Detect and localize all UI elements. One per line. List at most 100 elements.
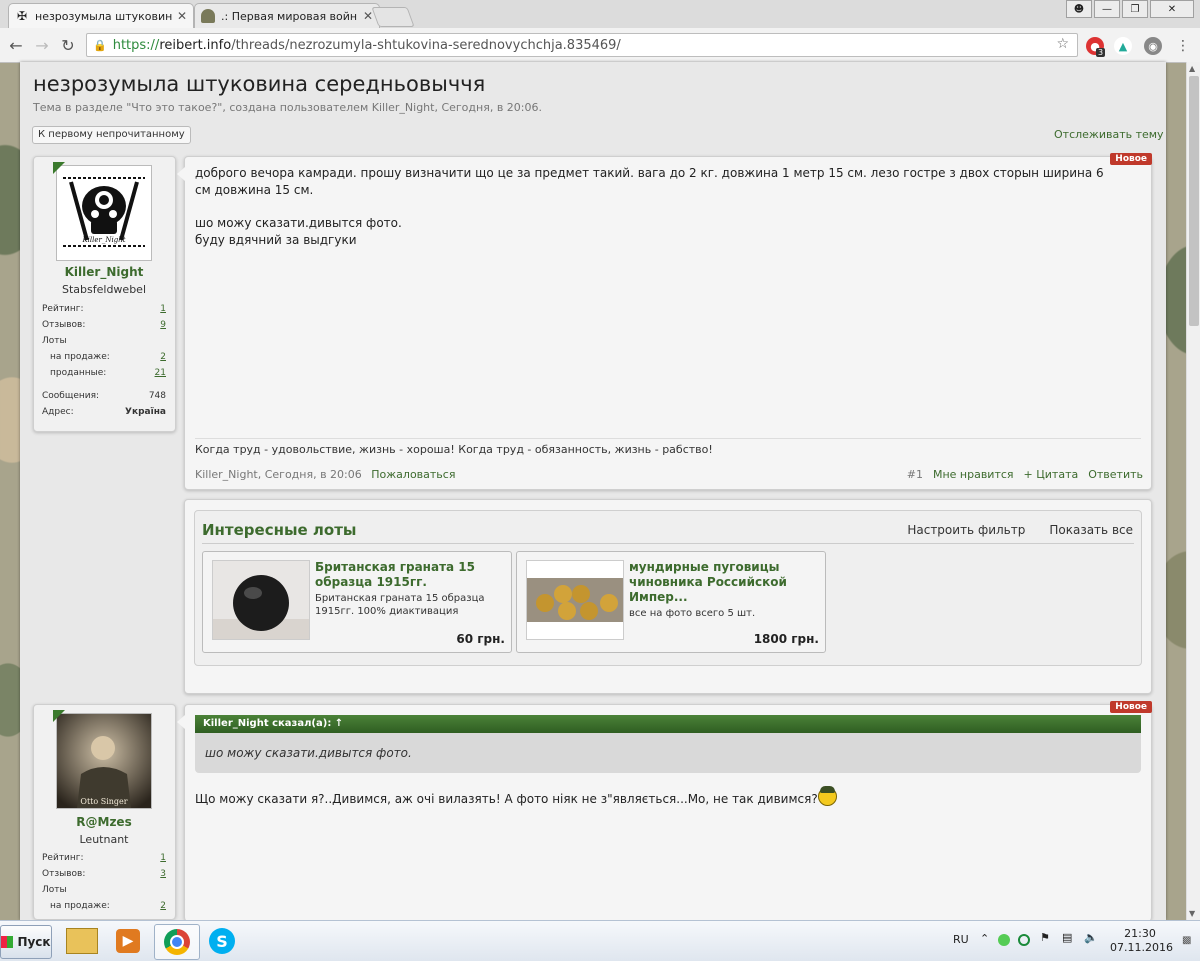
skype-icon: S xyxy=(209,928,235,954)
quote-header[interactable]: Killer_Night сказал(а): ↑ xyxy=(195,715,1141,733)
lots-divider xyxy=(202,543,1134,544)
scrollbar[interactable]: ▲ ▼ xyxy=(1186,62,1200,920)
show-all-link[interactable]: Показать все xyxy=(1049,523,1133,537)
volume-icon[interactable]: 🔈 xyxy=(1084,931,1098,944)
like-link[interactable]: Мне нравится xyxy=(933,468,1014,481)
stat-value[interactable]: 21 xyxy=(155,368,166,378)
language-indicator[interactable]: RU xyxy=(953,933,969,946)
stat-value[interactable]: 9 xyxy=(160,320,166,330)
maximize-button[interactable]: ❐ xyxy=(1122,0,1148,18)
quote-body: шо можу сказати.дивытся фото. xyxy=(195,733,1141,773)
stat-address: Адрес: Україна xyxy=(42,407,166,421)
lot-price: 1800 грн. xyxy=(753,632,819,646)
username[interactable]: Killer_Night xyxy=(34,265,174,279)
back-icon[interactable]: ← xyxy=(6,35,26,55)
close-tab-icon[interactable]: ✕ xyxy=(177,9,187,23)
scroll-up-icon[interactable]: ▲ xyxy=(1189,64,1195,73)
stat-value[interactable]: 1 xyxy=(160,853,166,863)
online-ribbon-icon xyxy=(53,162,65,174)
stat-reviews: Отзывов: 3 xyxy=(42,869,166,883)
lot-card[interactable]: Британская граната 15 образца 1915гг. Бр… xyxy=(202,551,512,653)
clock-date: 07.11.2016 xyxy=(1110,941,1173,954)
report-link[interactable]: Пожаловаться xyxy=(371,468,455,481)
stat-value[interactable]: 2 xyxy=(160,352,166,362)
stat-label: Сообщения: xyxy=(42,391,100,401)
scroll-thumb[interactable] xyxy=(1189,76,1199,326)
stat-value[interactable]: 3 xyxy=(160,869,166,879)
taskbar-explorer[interactable] xyxy=(60,924,104,958)
reply-link[interactable]: Ответить xyxy=(1088,468,1143,481)
thread-description: Тема в разделе "Что это такое?", создана… xyxy=(33,101,542,114)
clock[interactable]: 21:30 07.11.2016 xyxy=(1110,927,1173,955)
address-bar[interactable]: 🔒 https:// reibert.info /threads/nezrozu… xyxy=(86,33,1078,57)
stat-messages: Сообщения: 748 xyxy=(42,391,166,405)
taskbar-skype[interactable]: S xyxy=(200,924,244,958)
stat-value[interactable]: 2 xyxy=(160,901,166,911)
lock-icon: 🔒 xyxy=(93,38,107,52)
signature: Когда труд - удовольствие, жизнь - хорош… xyxy=(195,443,713,456)
lot-price: 60 грн. xyxy=(456,632,505,646)
user-rank: Stabsfeldwebel xyxy=(62,283,146,296)
tray-circle-icon[interactable] xyxy=(1018,934,1030,946)
user-icon[interactable]: ☻ xyxy=(1066,0,1092,18)
user-rank: Leutnant xyxy=(79,833,129,846)
stat-label: проданные: xyxy=(50,368,107,378)
quote-link[interactable]: + Цитата xyxy=(1024,468,1079,481)
url-host: reibert.info xyxy=(159,37,232,53)
speech-arrow xyxy=(177,167,185,181)
watch-thread-link[interactable]: Отслеживать тему xyxy=(1054,128,1164,141)
stat-rating: Рейтинг: 1 xyxy=(42,853,166,867)
network-icon[interactable]: ▤ xyxy=(1062,931,1072,944)
new-tab-button[interactable] xyxy=(371,7,415,27)
tab-title: .: Первая мировая войн xyxy=(221,9,358,23)
taskbar: Пуск ▶ S RU ⌃ ⚑ ▤ 🔈 21:30 07.11.2016 ▩ xyxy=(0,920,1200,961)
post-number[interactable]: #1 xyxy=(907,468,923,481)
close-tab-icon[interactable]: ✕ xyxy=(363,9,373,23)
lot-card[interactable]: мундирные пуговицы чиновника Российской … xyxy=(516,551,826,653)
filter-link[interactable]: Настроить фильтр xyxy=(907,523,1025,537)
stat-label: на продаже: xyxy=(50,352,110,362)
scroll-down-icon[interactable]: ▼ xyxy=(1189,909,1195,918)
taskbar-chrome[interactable] xyxy=(154,924,200,960)
extension-gray-icon[interactable]: ◉ xyxy=(1144,37,1162,55)
online-ribbon-icon xyxy=(53,710,65,722)
stat-value[interactable]: 1 xyxy=(160,304,166,314)
show-desktop-icon[interactable]: ▩ xyxy=(1182,935,1191,946)
folder-icon xyxy=(66,928,98,954)
lot-title[interactable]: мундирные пуговицы чиновника Российской … xyxy=(629,560,813,605)
tray-green-icon[interactable] xyxy=(998,934,1010,946)
signature-divider xyxy=(195,438,1141,439)
stat-value: 748 xyxy=(148,391,166,401)
lot-title[interactable]: Британская граната 15 образца 1915гг. xyxy=(315,560,499,590)
start-button[interactable]: Пуск xyxy=(0,925,52,959)
bookmark-star-icon[interactable]: ☆ xyxy=(1056,36,1069,52)
message-line: буду вдячний за выдгуки xyxy=(195,233,357,247)
buttons-image xyxy=(527,561,623,639)
menu-icon[interactable]: ⋮ xyxy=(1174,37,1192,55)
tab-current[interactable]: ✠ незрозумыла штуковин ✕ xyxy=(8,3,194,28)
tab-second[interactable]: .: Первая мировая войн ✕ xyxy=(194,3,380,28)
username[interactable]: R@Mzes xyxy=(34,815,174,829)
flag-icon[interactable]: ⚑ xyxy=(1040,931,1050,944)
soldier-smiley-icon xyxy=(817,786,837,806)
first-unread-button[interactable]: К первому непрочитанному xyxy=(32,126,191,144)
lot-image[interactable] xyxy=(526,560,624,640)
avatar[interactable]: Killer_Night xyxy=(53,162,152,261)
lot-image[interactable] xyxy=(212,560,310,640)
extension-shapes-icon[interactable]: ▲ xyxy=(1114,37,1132,55)
avatar[interactable]: Otto Singer xyxy=(53,710,152,809)
stat-label: Адрес: xyxy=(42,407,74,417)
minimize-button[interactable]: — xyxy=(1094,0,1120,18)
show-hidden-icons[interactable]: ⌃ xyxy=(980,932,989,945)
taskbar-media-player[interactable]: ▶ xyxy=(106,924,150,958)
user-info-panel: Killer_Night Killer_Night Stabsfeldwebel… xyxy=(33,156,176,432)
post-author-date[interactable]: Killer_Night, Сегодня, в 20:06 xyxy=(195,468,362,481)
avatar-caption: Killer_Night xyxy=(81,236,125,244)
reload-icon[interactable]: ↻ xyxy=(58,35,78,55)
forward-icon[interactable]: → xyxy=(32,35,52,55)
iron-cross-icon: ✠ xyxy=(16,9,28,23)
stat-label: Лоты xyxy=(42,885,67,895)
close-window-button[interactable]: ✕ xyxy=(1150,0,1194,18)
windows-logo-icon xyxy=(1,936,14,948)
user-info-panel: Otto Singer R@Mzes Leutnant Рейтинг: 1 От… xyxy=(33,704,176,919)
